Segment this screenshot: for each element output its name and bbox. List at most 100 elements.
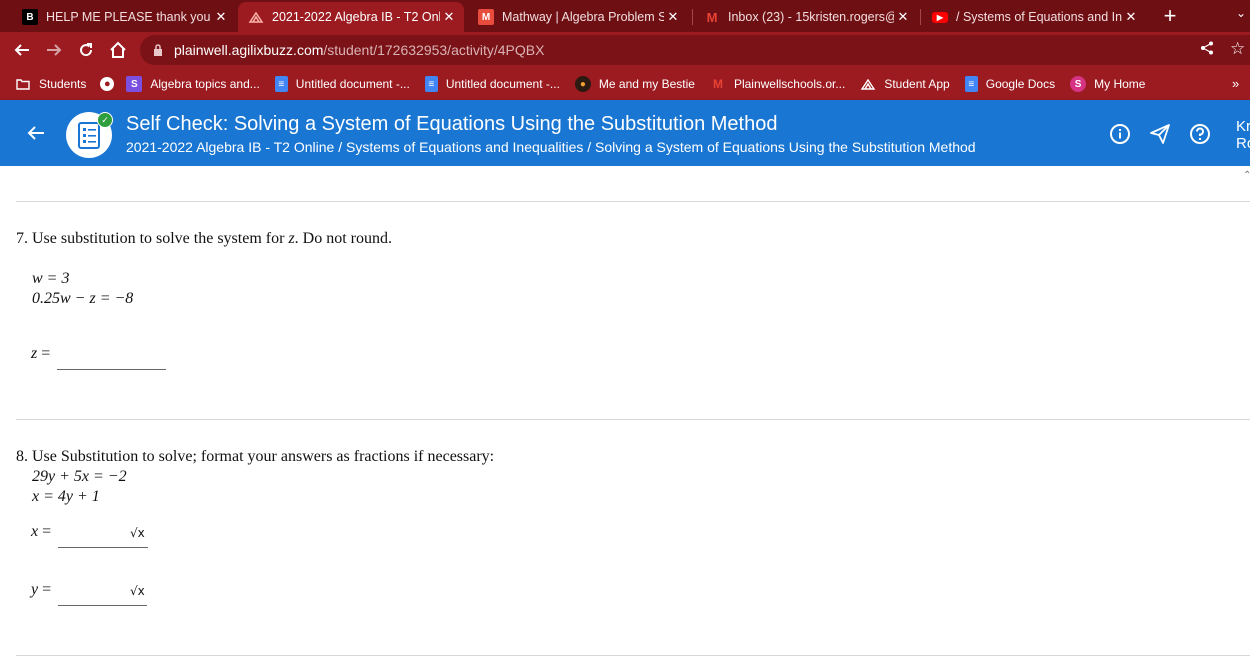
- docs-icon: ≡: [964, 76, 978, 92]
- docs-icon: ≡: [424, 76, 438, 92]
- forward-arrow-icon[interactable]: [42, 38, 66, 62]
- activity-header: ✓ Self Check: Solving a System of Equati…: [0, 100, 1250, 166]
- equals-sign: =: [42, 523, 52, 540]
- question-text: Use Substitution to solve; format your a…: [32, 448, 495, 465]
- equals-sign: =: [41, 345, 51, 362]
- bookmark-students[interactable]: Students: [15, 76, 86, 92]
- bookmark-label: Google Docs: [985, 77, 1056, 91]
- question-number: 8.: [16, 448, 28, 465]
- math-editor-button[interactable]: √x: [130, 526, 145, 540]
- equation: w = 3: [32, 270, 70, 287]
- tab-title: 2021-2022 Algebra IB - T2 Onl: [272, 10, 440, 24]
- tab-separator: [920, 9, 921, 25]
- page-title: Self Check: Solving a System of Equation…: [126, 113, 778, 135]
- globe-icon: ●: [100, 77, 115, 91]
- help-icon[interactable]: [1188, 122, 1212, 146]
- bookmark-label: Algebra topics and...: [150, 77, 260, 91]
- answer-input-z[interactable]: [57, 346, 166, 370]
- url-text: plainwell.agilixbuzz.com/student/1726329…: [174, 42, 544, 58]
- lock-icon[interactable]: [153, 44, 163, 56]
- new-tab-button[interactable]: +: [1158, 3, 1182, 28]
- address-bar[interactable]: plainwell.agilixbuzz.com/student/1726329…: [140, 35, 1250, 65]
- tab-gmail[interactable]: M Inbox (23) - 15kristen.rogers@ ✕: [694, 2, 918, 32]
- completed-check-icon: ✓: [97, 112, 113, 128]
- home-icon[interactable]: [106, 38, 130, 62]
- bookmark-globe[interactable]: ●: [100, 77, 122, 91]
- divider: [16, 655, 1250, 656]
- user-name[interactable]: Kr Ro: [1236, 118, 1250, 152]
- tab-youtube[interactable]: ▶ / Systems of Equations and In ✕: [922, 2, 1146, 32]
- divider: [16, 419, 1250, 420]
- bookmarks-overflow-button[interactable]: »: [1232, 76, 1239, 91]
- url-host: plainwell.agilixbuzz.com: [174, 42, 324, 58]
- back-arrow-icon[interactable]: [24, 121, 48, 145]
- back-arrow-icon[interactable]: [10, 38, 34, 62]
- tab-search-chevron-icon[interactable]: ⌄: [1236, 6, 1246, 20]
- s-logo-icon: S: [126, 76, 143, 92]
- close-icon[interactable]: ✕: [212, 8, 230, 26]
- bookmark-star-icon[interactable]: ☆: [1230, 39, 1245, 59]
- math-editor-button[interactable]: √x: [130, 584, 145, 598]
- divider: [16, 201, 1250, 202]
- tab-strip: B HELP ME PLEASE thank you - I ✕ 2021-20…: [0, 0, 1250, 32]
- bookmark-untitled-doc-2[interactable]: ≡ Untitled document -...: [424, 76, 560, 92]
- youtube-icon: ▶: [932, 11, 948, 23]
- question-7-prompt: 7. Use substitution to solve the system …: [16, 230, 392, 248]
- docs-icon: ≡: [274, 76, 288, 92]
- folder-icon: [15, 76, 31, 92]
- question-text-end: . Do not round.: [294, 230, 392, 247]
- s-logo-icon: S: [1070, 76, 1087, 92]
- tab-title: / Systems of Equations and In: [956, 10, 1122, 24]
- user-name-line1: Kr: [1236, 118, 1250, 135]
- close-icon[interactable]: ✕: [440, 8, 458, 26]
- share-icon[interactable]: [1200, 41, 1214, 59]
- question-number: 7.: [16, 230, 28, 247]
- brainly-icon: B: [22, 9, 38, 25]
- bookmark-me-and-my-bestie[interactable]: ● Me and my Bestie: [574, 76, 695, 92]
- bookmark-label: Me and my Bestie: [598, 77, 695, 91]
- answer-label-x: x =: [31, 523, 51, 541]
- tab-algebra[interactable]: 2021-2022 Algebra IB - T2 Onl ✕: [238, 2, 464, 32]
- answer-variable: y: [31, 581, 39, 598]
- question-8-prompt: 8. Use Substitution to solve; format you…: [16, 448, 494, 466]
- bookmark-algebra-topics[interactable]: S Algebra topics and...: [126, 76, 260, 92]
- bookmark-label: Student App: [884, 77, 950, 91]
- bookmark-label: My Home: [1094, 77, 1146, 91]
- question-text: Use substitution to solve the system for: [32, 230, 289, 247]
- user-name-line2: Ro: [1236, 135, 1250, 152]
- bookmark-label: Students: [39, 77, 87, 91]
- equals-sign: =: [42, 581, 52, 598]
- close-icon[interactable]: ✕: [1122, 8, 1140, 26]
- answer-label-z: z =: [31, 345, 50, 363]
- equation: 0.25w − z = −8: [32, 290, 134, 307]
- tab-title: Mathway | Algebra Problem So: [502, 10, 664, 24]
- browser-toolbar: plainwell.agilixbuzz.com/student/1726329…: [0, 32, 1250, 68]
- answer-label-y: y =: [31, 581, 51, 599]
- mathway-icon: M: [478, 9, 494, 25]
- tab-mathway[interactable]: M Mathway | Algebra Problem So ✕: [468, 2, 688, 32]
- bookmark-plainwellschools[interactable]: M Plainwellschools.or...: [710, 76, 845, 92]
- avatar-icon: ●: [574, 76, 591, 92]
- close-icon[interactable]: ✕: [664, 8, 682, 26]
- bookmark-untitled-doc-1[interactable]: ≡ Untitled document -...: [274, 76, 410, 92]
- agilix-icon: [860, 76, 876, 92]
- bookmark-google-docs[interactable]: ≡ Google Docs: [964, 76, 1056, 92]
- bookmark-student-app[interactable]: Student App: [860, 76, 950, 92]
- bookmark-my-home[interactable]: S My Home: [1070, 76, 1145, 92]
- tab-title: HELP ME PLEASE thank you - I: [46, 10, 212, 24]
- tab-brainly[interactable]: B HELP ME PLEASE thank you - I ✕: [12, 2, 236, 32]
- bookmark-label: Untitled document -...: [295, 77, 410, 91]
- answer-variable: x: [31, 523, 39, 540]
- bookmark-label: Untitled document -...: [445, 77, 560, 91]
- bookmarks-bar: Students ● S Algebra topics and... ≡ Unt…: [0, 68, 1250, 100]
- reload-icon[interactable]: [74, 38, 98, 62]
- breadcrumb[interactable]: 2021-2022 Algebra IB - T2 Online / Syste…: [126, 139, 976, 155]
- equation: 29y + 5x = −2: [32, 468, 127, 485]
- bookmark-label: Plainwellschools.or...: [733, 77, 846, 91]
- info-icon[interactable]: [1108, 122, 1132, 146]
- close-icon[interactable]: ✕: [894, 8, 912, 26]
- gmail-icon: M: [712, 77, 723, 91]
- scroll-up-icon[interactable]: ⌃: [1243, 170, 1250, 181]
- url-path: /student/172632953/activity/4PQBX: [323, 42, 545, 58]
- send-icon[interactable]: [1148, 122, 1172, 146]
